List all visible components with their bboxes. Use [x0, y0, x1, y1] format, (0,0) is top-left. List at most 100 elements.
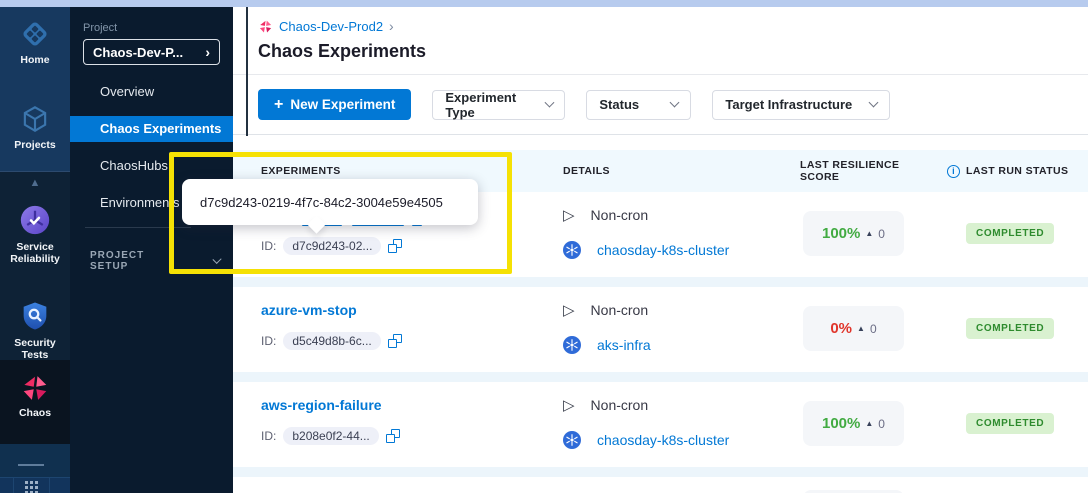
filter-target-infrastructure[interactable]: Target Infrastructure [712, 90, 890, 120]
panel-resize-line[interactable] [246, 7, 248, 136]
apps-grid-icon[interactable] [25, 481, 38, 493]
filter-label: Experiment Type [445, 90, 545, 120]
breadcrumb-project-link[interactable]: Chaos-Dev-Prod2 [279, 19, 383, 34]
status-badge: COMPLETED [966, 223, 1054, 244]
column-header-score-label: LAST RESILIENCE SCORE [800, 159, 941, 183]
sidebar-item-projects[interactable]: Projects [0, 103, 70, 151]
column-header-experiments: EXPERIMENTS [233, 165, 563, 177]
copy-icon[interactable] [388, 239, 402, 253]
status-badge: COMPLETED [966, 318, 1054, 339]
nav-item-chaoshubs[interactable]: ChaosHubs [70, 153, 233, 179]
project-section-label: Project [83, 22, 117, 34]
projects-icon [19, 103, 51, 135]
sidebar-item-label: Chaos [19, 407, 51, 419]
sidebar-item-label: Projects [14, 139, 55, 151]
main-content: Chaos-Dev-Prod2 › Chaos Experiments + Ne… [233, 7, 1088, 493]
status-cell: COMPLETED [960, 299, 1088, 358]
kubernetes-icon [563, 241, 581, 259]
infrastructure-link[interactable]: chaosday-k8s-cluster [597, 242, 729, 258]
score-delta: 0 [878, 227, 885, 241]
resilience-score-chip: 0% ▲ 0 [803, 306, 904, 351]
table-row[interactable]: azure-web-app-access-restrict ▷ Non-cron [233, 477, 1088, 493]
id-label: ID: [261, 334, 276, 348]
page: Home Projects ▲ Service Reliability [0, 0, 1088, 493]
new-experiment-label: New Experiment [290, 97, 395, 112]
resilience-score-chip: 100% ▲ 0 [803, 211, 904, 256]
toolbar: + New Experiment Experiment Type Status … [233, 75, 1088, 135]
delta-up-icon: ▲ [857, 324, 865, 333]
sidebar-bottom-bar [0, 477, 70, 493]
schedule-type: Non-cron [591, 397, 649, 413]
top-window-strip [0, 0, 1088, 7]
experiment-id-chip: b208e0f2-44... [283, 427, 378, 445]
infrastructure-link[interactable]: aks-infra [597, 337, 651, 353]
status-cell: COMPLETED [960, 204, 1088, 263]
experiment-id-chip: d5c49d8b-6c... [283, 332, 380, 350]
filter-status[interactable]: Status [586, 90, 691, 120]
breadcrumb: Chaos-Dev-Prod2 › [258, 18, 1088, 34]
chevron-down-icon [670, 98, 680, 108]
details-cell: ▷ Non-cron aks-infra [563, 299, 800, 358]
status-cell [960, 489, 1088, 493]
score-cell: 100% ▲ 0 [800, 394, 960, 453]
experiment-name-link[interactable]: azure-web-app-access-restrict [261, 489, 563, 493]
kubernetes-icon [563, 431, 581, 449]
project-setup-toggle[interactable]: PROJECT SETUP [90, 250, 220, 272]
table-row[interactable]: azure-vm-stop ID: d5c49d8b-6c... ▷ Non-c… [233, 287, 1088, 372]
divider [85, 227, 191, 228]
id-label: ID: [261, 239, 276, 253]
score-cell: 100% ▲ 0 [800, 204, 960, 263]
project-setup-label: PROJECT SETUP [90, 250, 176, 272]
score-value: 0% [830, 320, 852, 337]
details-cell: ▷ Non-cron [563, 489, 800, 493]
sidebar-item-home[interactable]: Home [0, 18, 70, 66]
nav-item-chaos-experiments[interactable]: Chaos Experiments [70, 116, 233, 142]
project-selector-value: Chaos-Dev-P... [93, 45, 183, 60]
sidebar-item-security-tests[interactable]: Security Tests [0, 299, 70, 361]
sidebar-item-label: Security Tests [14, 337, 55, 361]
details-cell: ▷ Non-cron chaosday-k8s-cluster [563, 204, 800, 263]
chaos-icon [258, 19, 273, 34]
table-row[interactable]: aws-region-failure ID: b208e0f2-44... ▷ … [233, 382, 1088, 467]
experiment-name-link[interactable]: azure-vm-stop [261, 299, 563, 321]
score-cell: 0% ▲ 0 [800, 299, 960, 358]
chevron-down-icon [869, 98, 879, 108]
info-icon[interactable]: i [947, 165, 960, 178]
copy-icon[interactable] [388, 334, 402, 348]
page-title: Chaos Experiments [258, 41, 1088, 62]
column-header-status: LAST RUN STATUS [960, 165, 1088, 177]
sidebar-divider [18, 464, 44, 466]
chaos-icon [20, 373, 50, 403]
sidebar-scroll-up-icon[interactable]: ▲ [0, 177, 70, 189]
schedule-type: Non-cron [591, 207, 649, 223]
sidebar-item-chaos[interactable]: Chaos [0, 373, 70, 419]
home-icon [19, 18, 51, 50]
security-tests-icon [18, 299, 52, 333]
experiment-cell: aws-region-failure ID: b208e0f2-44... [233, 394, 563, 453]
project-selector[interactable]: Chaos-Dev-P... › [83, 39, 220, 65]
score-value: 100% [822, 225, 860, 242]
score-cell [800, 489, 960, 493]
resilience-score-chip: 100% ▲ 0 [803, 401, 904, 446]
new-experiment-button[interactable]: + New Experiment [258, 89, 411, 120]
id-tooltip: d7c9d243-0219-4f7c-84c2-3004e59e4505 [182, 179, 478, 225]
filter-label: Status [599, 97, 639, 112]
plus-icon: + [274, 96, 283, 114]
experiment-cell: azure-vm-stop ID: d5c49d8b-6c... [233, 299, 563, 358]
filter-experiment-type[interactable]: Experiment Type [432, 90, 565, 120]
status-cell: COMPLETED [960, 394, 1088, 453]
experiment-name-link[interactable]: aws-region-failure [261, 394, 563, 416]
sidebar-item-service-reliability[interactable]: Service Reliability [0, 203, 70, 265]
nav-item-overview[interactable]: Overview [70, 79, 233, 105]
delta-up-icon: ▲ [865, 229, 873, 238]
column-header-score: LAST RESILIENCE SCORE i [800, 159, 960, 183]
infrastructure-link[interactable]: chaosday-k8s-cluster [597, 432, 729, 448]
module-sidebar: Home Projects ▲ Service Reliability [0, 7, 70, 493]
sidebar-item-label: Service Reliability [10, 241, 60, 265]
status-badge: COMPLETED [966, 413, 1054, 434]
breadcrumb-separator: › [389, 18, 394, 34]
copy-icon[interactable] [386, 429, 400, 443]
experiment-cell: azure-web-app-access-restrict [233, 489, 563, 493]
sidebar-item-label: Home [20, 54, 49, 66]
score-value: 100% [822, 415, 860, 432]
